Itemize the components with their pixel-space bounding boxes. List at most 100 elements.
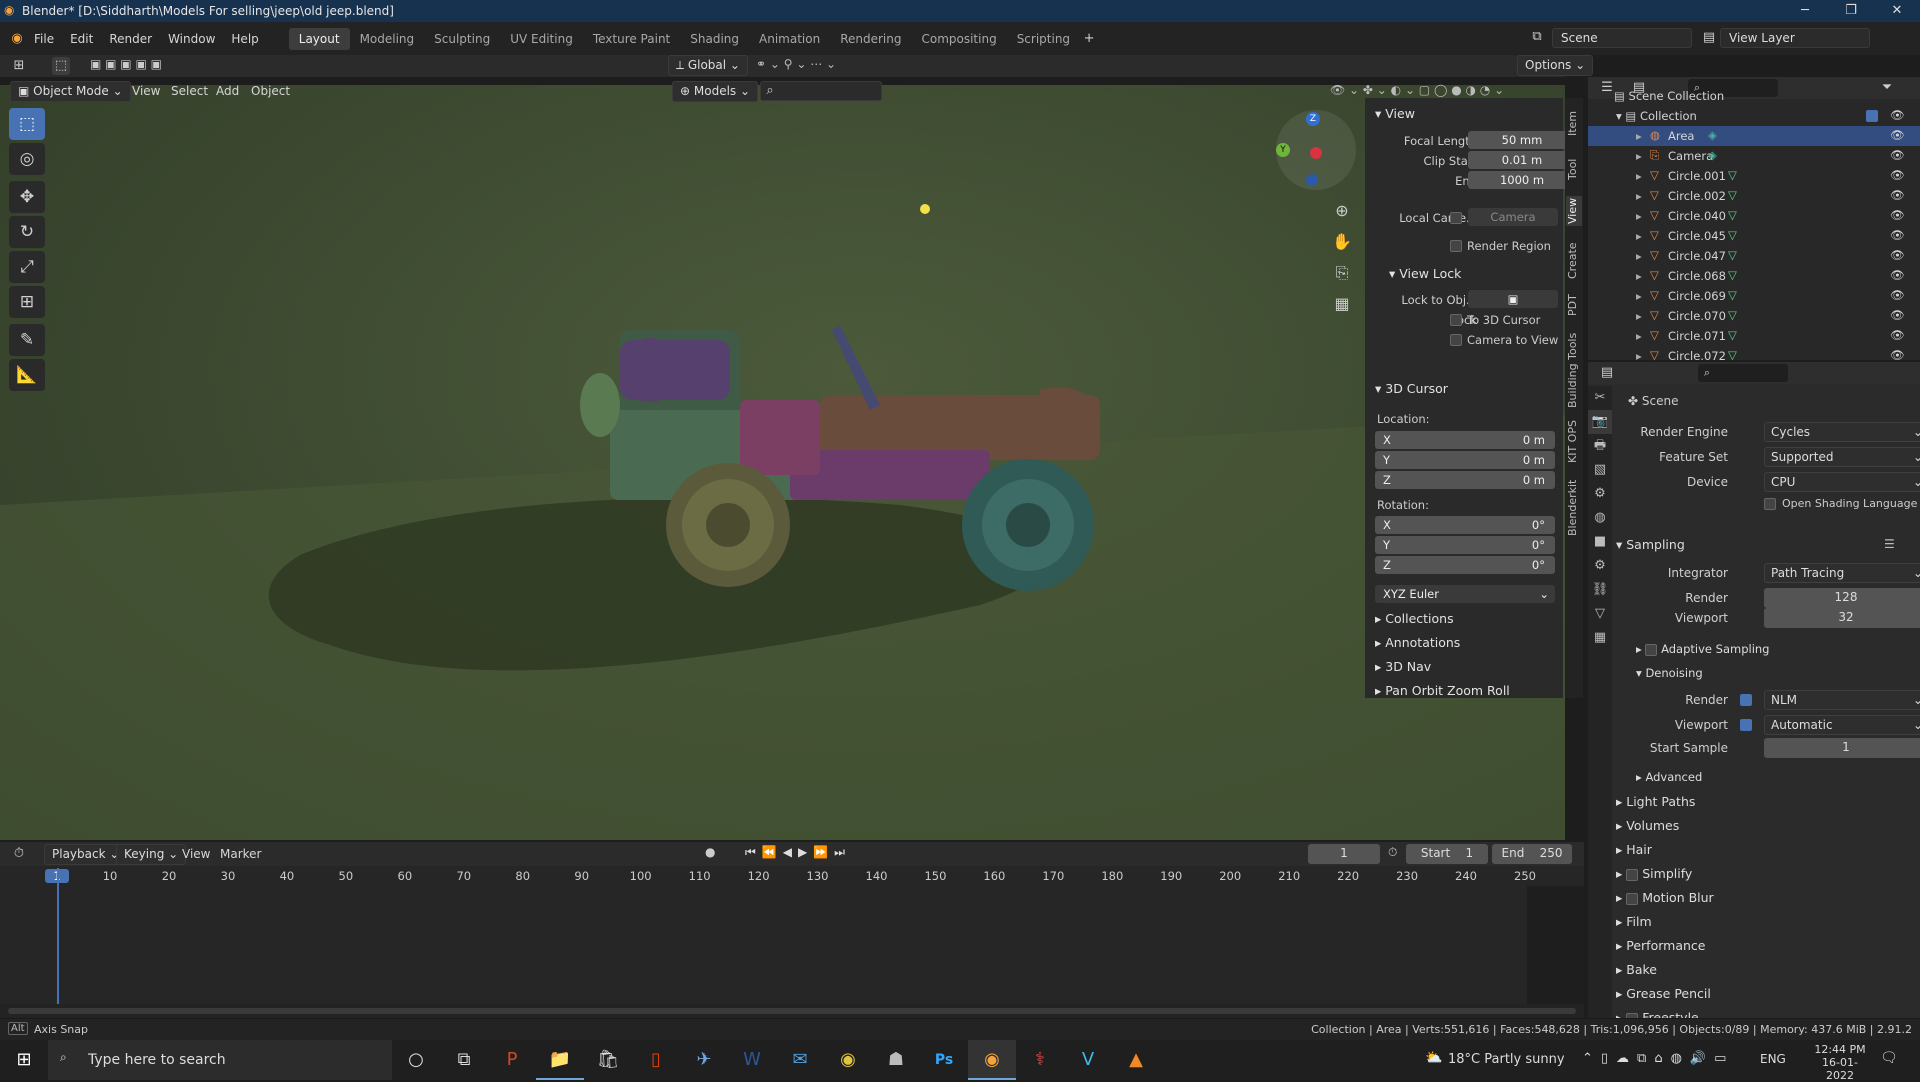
eye-icon[interactable]: 👁 xyxy=(1890,108,1905,122)
properties-panel[interactable]: ▸ Hair xyxy=(1616,842,1652,857)
advanced-panel[interactable]: ▸ Advanced xyxy=(1636,770,1702,784)
outliner-item[interactable]: ▸ ▽ Circle.068 ▽ 👁 xyxy=(1588,266,1920,286)
eye-icon[interactable]: 👁 xyxy=(1890,148,1905,162)
object-tab-icon[interactable]: ■ xyxy=(1588,530,1612,554)
properties-panel[interactable]: ▸ Volumes xyxy=(1616,818,1679,833)
transform-tool-icon[interactable]: ⊞ xyxy=(9,286,45,318)
view-section-header[interactable]: ▾ View xyxy=(1375,106,1415,121)
tab-scripting[interactable]: Scripting xyxy=(1007,28,1080,50)
camera-view-icon[interactable]: ⎘ xyxy=(1330,257,1354,288)
to-3d-cursor-checkbox[interactable] xyxy=(1450,314,1462,326)
gizmo-y-axis[interactable]: Y xyxy=(1276,143,1290,157)
menu-add[interactable]: Add xyxy=(208,84,247,98)
cursor-rot-x[interactable]: X 0° xyxy=(1365,516,1563,536)
properties-panel[interactable]: ▸ Motion Blur xyxy=(1616,890,1714,905)
eye-icon[interactable]: 👁 xyxy=(1890,268,1905,282)
object-data-icon[interactable]: ▽ xyxy=(1728,288,1737,302)
annotate-tool-icon[interactable]: ✎ xyxy=(9,324,45,356)
outliner-item[interactable]: ▸ ▽ Circle.040 ▽ 👁 xyxy=(1588,206,1920,226)
current-frame-field[interactable]: 1 xyxy=(1308,844,1380,864)
menu-help[interactable]: Help xyxy=(223,32,266,46)
menu-view[interactable]: View xyxy=(124,84,168,98)
render-engine-dropdown[interactable]: Cycles ⌄ xyxy=(1764,422,1920,442)
asset-search-input[interactable]: ⌕ xyxy=(760,81,882,101)
tab-animation[interactable]: Animation xyxy=(749,28,830,50)
mode-dropdown[interactable]: ▣ Object Mode ⌄ xyxy=(10,81,131,102)
outliner-item[interactable]: ▸ ▽ Circle.070 ▽ 👁 xyxy=(1588,306,1920,326)
options-dropdown[interactable]: Options ⌄ xyxy=(1517,55,1594,76)
clip-end-field[interactable]: 1000 m xyxy=(1468,171,1576,189)
zoom-icon[interactable]: ⊕ xyxy=(1330,195,1354,226)
tab-tool[interactable]: Tool xyxy=(1566,154,1582,184)
blender-taskbar-icon[interactable]: ◉ xyxy=(968,1040,1016,1080)
expand-arrow-icon[interactable]: ▸ xyxy=(1636,309,1642,323)
cursor-loc-y[interactable]: Y 0 m xyxy=(1365,451,1563,471)
expand-arrow-icon[interactable]: ▸ xyxy=(1636,149,1642,163)
properties-panel[interactable]: ▸ Light Paths xyxy=(1616,794,1695,809)
output-tab-icon[interactable]: 🖶 xyxy=(1588,434,1612,458)
denoising-panel[interactable]: ▾ Denoising xyxy=(1636,666,1703,680)
language-indicator[interactable]: ENG xyxy=(1760,1052,1786,1066)
object-data-icon[interactable]: ▽ xyxy=(1728,228,1737,242)
constraint-tab-icon[interactable]: ⛓ xyxy=(1588,578,1612,602)
object-data-icon[interactable]: ▽ xyxy=(1728,168,1737,182)
scale-tool-icon[interactable]: ⤢ xyxy=(9,251,45,283)
select-box-icon[interactable]: ⬚ xyxy=(9,108,45,140)
vlc-icon[interactable]: ▲ xyxy=(1112,1040,1160,1080)
render-region-checkbox[interactable] xyxy=(1450,240,1462,252)
focal-length-field[interactable]: 50 mm xyxy=(1468,131,1576,149)
rotation-mode-dropdown[interactable]: XYZ Euler ⌄ xyxy=(1375,585,1555,603)
eye-icon[interactable]: 👁 xyxy=(1890,308,1905,322)
local-camera-checkbox[interactable] xyxy=(1450,212,1462,224)
cursor-loc-z[interactable]: Z 0 m xyxy=(1365,471,1563,491)
scene-selector-icon[interactable]: ⧉ xyxy=(1528,28,1546,46)
tab-rendering[interactable]: Rendering xyxy=(830,28,911,50)
menu-object[interactable]: Object xyxy=(243,84,298,98)
eye-icon[interactable]: 👁 xyxy=(1890,168,1905,182)
annotations-panel[interactable]: ▸ Annotations xyxy=(1375,635,1460,650)
object-data-icon[interactable]: ▽ xyxy=(1728,308,1737,322)
weather-text[interactable]: 18°C Partly sunny xyxy=(1448,1052,1565,1067)
tab-blenderkit[interactable]: Blenderkit xyxy=(1566,476,1582,540)
outliner-collection[interactable]: ▾ ▤ Collection 👁 xyxy=(1588,106,1920,126)
3d-nav-panel[interactable]: ▸ 3D Nav xyxy=(1375,659,1431,674)
cursor-rot-z[interactable]: Z 0° xyxy=(1365,556,1563,576)
menu-render[interactable]: Render xyxy=(101,32,160,46)
expand-arrow-icon[interactable]: ▸ xyxy=(1636,269,1642,283)
cursor-loc-x[interactable]: X 0 m xyxy=(1365,431,1563,451)
outliner-item[interactable]: ▸ ▽ Circle.069 ▽ 👁 xyxy=(1588,286,1920,306)
expand-arrow-icon[interactable]: ▸ xyxy=(1636,229,1642,243)
eye-icon[interactable]: 👁 xyxy=(1890,328,1905,342)
word-icon[interactable]: W xyxy=(728,1040,776,1080)
app-icon-3[interactable]: ⚕ xyxy=(1016,1040,1064,1080)
menu-window[interactable]: Window xyxy=(160,32,223,46)
tab-uv-editing[interactable]: UV Editing xyxy=(500,28,583,50)
tab-sculpting[interactable]: Sculpting xyxy=(424,28,500,50)
tab-building-tools[interactable]: Building Tools xyxy=(1566,330,1582,410)
denoise-render-checkbox[interactable] xyxy=(1740,694,1752,706)
outliner-item[interactable]: ▸ ▽ Circle.071 ▽ 👁 xyxy=(1588,326,1920,346)
outliner-item[interactable]: ▸ ▽ Circle.001 ▽ 👁 xyxy=(1588,166,1920,186)
pan-orbit-panel[interactable]: ▸ Pan Orbit Zoom Roll xyxy=(1375,683,1510,698)
file-explorer-icon[interactable]: 📁 xyxy=(536,1040,584,1080)
close-icon[interactable]: ✕ xyxy=(1874,0,1920,22)
pan-hand-icon[interactable]: ✋ xyxy=(1330,226,1354,257)
lock-to-object-field[interactable]: ▣ xyxy=(1468,290,1558,308)
end-frame-field[interactable]: End 250 xyxy=(1492,844,1572,864)
eye-icon[interactable]: 👁 xyxy=(1890,228,1905,242)
outliner-item[interactable]: ▸ ◍ Area ◈ 👁 xyxy=(1588,126,1920,146)
pivot-snap-icons[interactable]: ⚭ ⌄ ⚲ ⌄ ⋯ ⌄ xyxy=(756,57,836,71)
denoise-viewport-checkbox[interactable] xyxy=(1740,719,1752,731)
world-tab-icon[interactable]: ◍ xyxy=(1588,506,1612,530)
viewport-samples-field[interactable]: 32 xyxy=(1764,608,1920,628)
store-icon[interactable]: 🛍 xyxy=(584,1040,632,1080)
render-samples-field[interactable]: 128 xyxy=(1764,588,1920,608)
integrator-dropdown[interactable]: Path Tracing ⌄ xyxy=(1764,563,1920,583)
selection-mode-icons[interactable]: ▣ ▣ ▣ ▣ ▣ xyxy=(90,57,162,71)
sampling-presets-icon[interactable]: ☰ xyxy=(1884,537,1895,551)
object-data-icon[interactable]: ▽ xyxy=(1728,248,1737,262)
system-tray-icons[interactable]: ⌃▯☁⧉⌂◍🔊▭ xyxy=(1582,1051,1734,1066)
playhead[interactable] xyxy=(57,868,59,1004)
object-data-icon[interactable]: ◈ xyxy=(1708,148,1717,162)
outliner-item[interactable]: ▸ ▽ Circle.045 ▽ 👁 xyxy=(1588,226,1920,246)
